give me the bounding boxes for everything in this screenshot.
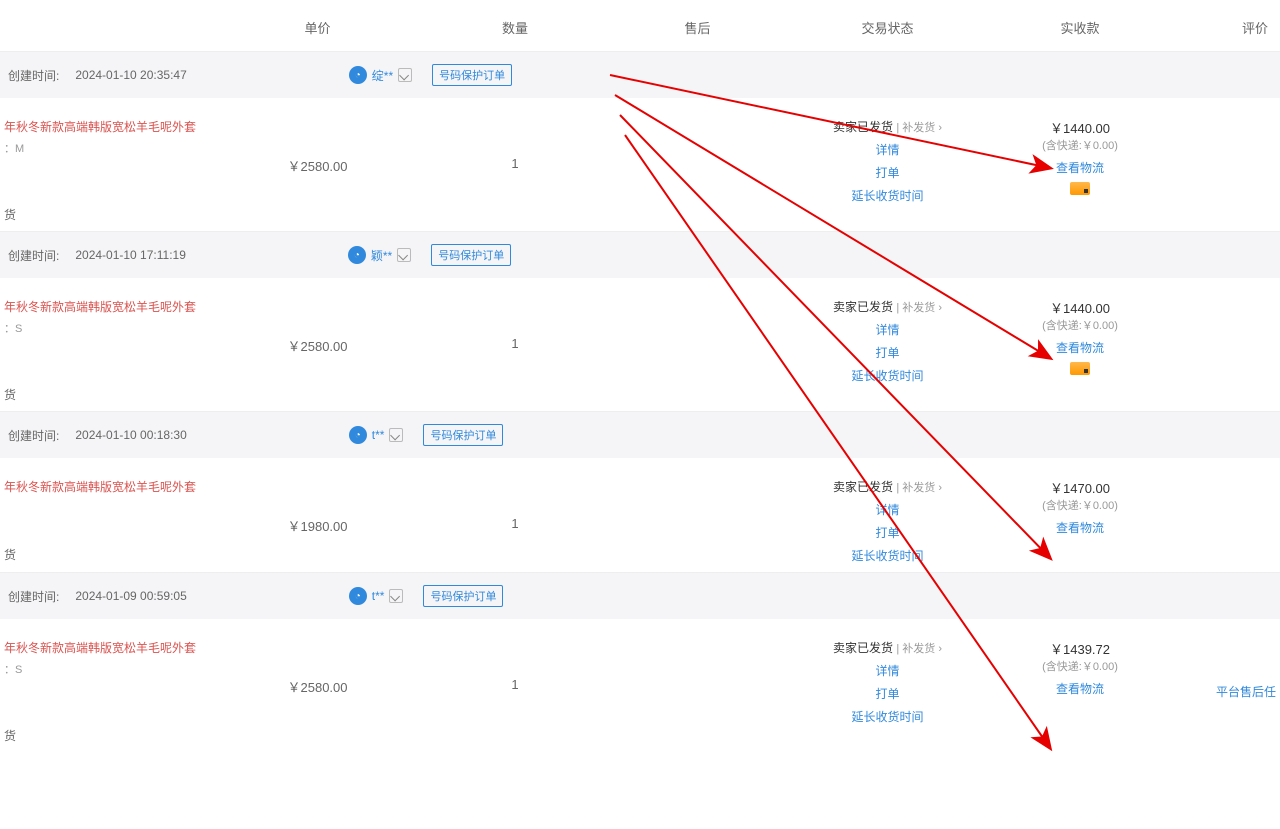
annotation-arrows	[0, 0, 1280, 829]
